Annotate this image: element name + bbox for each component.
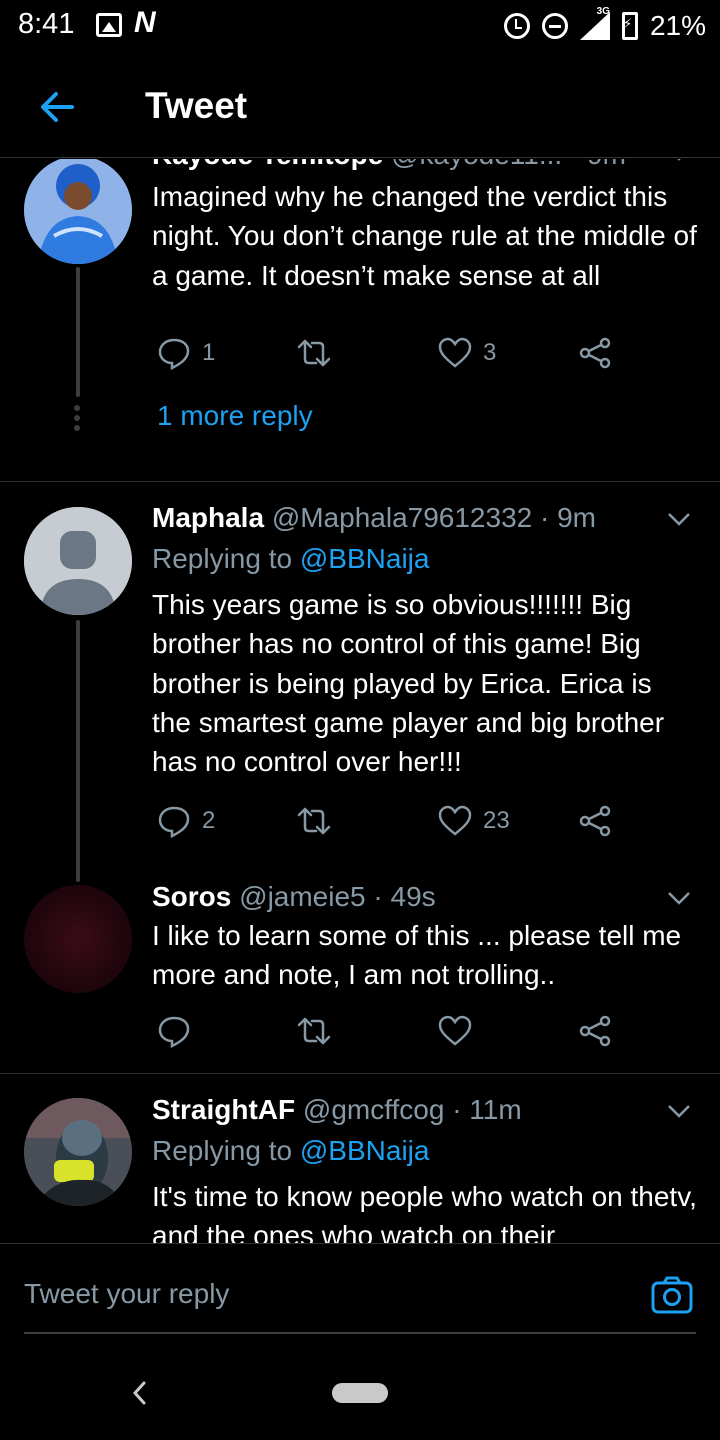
camera-icon[interactable] <box>650 1275 694 1315</box>
chevron-down-icon[interactable] <box>666 1098 692 1124</box>
tweet-header: Soros @jameie5 · 49s <box>152 881 436 913</box>
reply-bar <box>0 1243 720 1349</box>
mention-link[interactable]: @BBNaija <box>300 1135 430 1166</box>
retweet-icon <box>297 807 331 835</box>
like-button[interactable]: 3 <box>437 333 496 373</box>
retweet-button[interactable] <box>296 333 342 373</box>
home-pill[interactable] <box>332 1383 388 1403</box>
retweet-button[interactable] <box>296 1011 342 1051</box>
tweet-actions: 2 23 <box>152 801 622 841</box>
system-nav-bar <box>0 1349 720 1440</box>
reply-count: 1 <box>202 339 216 366</box>
tweet-screen: 8:41 N 3G 21% Tweet <box>0 0 720 1440</box>
reply-underline <box>24 1332 696 1334</box>
display-name[interactable]: StraightAF <box>152 1094 295 1125</box>
reply-button[interactable]: 1 <box>156 333 215 373</box>
handle-time: @gmcffcog · 11m <box>302 1094 522 1125</box>
reply-count: 2 <box>202 807 216 834</box>
reply-button[interactable]: 2 <box>156 801 215 841</box>
tweet-header: StraightAF @gmcffcog · 11m <box>152 1094 522 1126</box>
heart-icon <box>438 337 472 368</box>
thread-dots <box>74 405 82 435</box>
thread-line <box>76 620 80 882</box>
status-icons: 3G 21% <box>503 6 706 44</box>
reply-timeline: Kayode Temitope @kayode11... · 9m Imagin… <box>0 159 720 1243</box>
tweet-header: Kayode Temitope @kayode11... · 9m <box>152 159 626 171</box>
reply-input[interactable] <box>24 1274 624 1314</box>
tweet-text: It's time to know people who watch on th… <box>152 1181 697 1243</box>
heart-icon <box>438 1015 472 1046</box>
thread-line <box>76 267 80 397</box>
replying-prefix: Replying to <box>152 543 300 574</box>
display-name[interactable]: Maphala <box>152 502 264 533</box>
nav-back-icon[interactable] <box>128 1379 152 1407</box>
handle-time: @Maphala79612332 · 9m <box>271 502 596 533</box>
battery-icon <box>621 12 638 40</box>
display-name[interactable]: Soros <box>152 881 231 912</box>
tweet-item[interactable]: StraightAF @gmcffcog · 11m Replying to @… <box>0 1074 720 1243</box>
share-icon <box>579 805 611 837</box>
replying-prefix: Replying to <box>152 1135 300 1166</box>
avatar[interactable] <box>24 1098 132 1206</box>
tweet-item[interactable]: Kayode Temitope @kayode11... · 9m Imagin… <box>0 159 720 481</box>
gallery-icon <box>96 13 122 37</box>
like-button[interactable]: 23 <box>437 801 510 841</box>
replying-to: Replying to @BBNaija <box>152 1135 429 1167</box>
share-button[interactable] <box>577 333 613 373</box>
chevron-down-icon[interactable] <box>666 885 692 911</box>
avatar[interactable] <box>24 885 132 993</box>
alarm-icon <box>503 13 530 39</box>
avatar[interactable] <box>24 159 132 264</box>
like-count: 3 <box>483 339 497 366</box>
chevron-down-icon[interactable] <box>666 506 692 532</box>
share-button[interactable] <box>577 1011 613 1051</box>
heart-icon <box>438 805 472 836</box>
status-bar: 8:41 N 3G 21% <box>0 0 720 52</box>
retweet-button[interactable] <box>296 801 342 841</box>
like-button[interactable] <box>437 1011 483 1051</box>
back-arrow-icon[interactable] <box>36 86 78 128</box>
more-replies-link[interactable]: 1 more reply <box>157 400 313 432</box>
display-name[interactable]: Kayode Temitope <box>152 159 383 170</box>
reply-icon <box>158 806 190 839</box>
share-icon <box>579 1015 611 1047</box>
chevron-down-icon[interactable] <box>666 159 692 167</box>
status-time: 8:41 <box>18 8 75 40</box>
header: Tweet <box>0 60 720 158</box>
tweet-text: Imagined why he changed the verdict this… <box>152 181 697 291</box>
reply-icon <box>158 1016 190 1049</box>
tweet-text: This years game is so obvious!!!!!!! Big… <box>152 589 665 778</box>
battery-percent: 21% <box>649 10 706 41</box>
tweet-actions: 1 3 <box>152 333 622 373</box>
retweet-icon <box>297 1017 331 1045</box>
tweet-actions <box>152 1011 622 1051</box>
page-title: Tweet <box>145 85 248 126</box>
tweet-header: Maphala @Maphala79612332 · 9m <box>152 502 596 534</box>
reply-button[interactable] <box>156 1011 202 1051</box>
like-count: 23 <box>483 807 510 834</box>
reply-icon <box>158 338 190 371</box>
tweet-text: I like to learn some of this ... please … <box>152 920 682 991</box>
network-label: 3G <box>596 6 610 17</box>
retweet-icon <box>297 339 331 367</box>
handle-time: @jameie5 · 49s <box>239 881 436 912</box>
share-button[interactable] <box>577 801 613 841</box>
avatar[interactable] <box>24 507 132 615</box>
signal-icon: 3G <box>579 6 610 40</box>
share-icon <box>579 337 611 369</box>
replying-to: Replying to @BBNaija <box>152 543 429 575</box>
dnd-icon <box>541 13 568 39</box>
mention-link[interactable]: @BBNaija <box>300 543 430 574</box>
n-icon: N <box>134 6 156 39</box>
handle-time: @kayode11... · 9m <box>391 159 626 170</box>
